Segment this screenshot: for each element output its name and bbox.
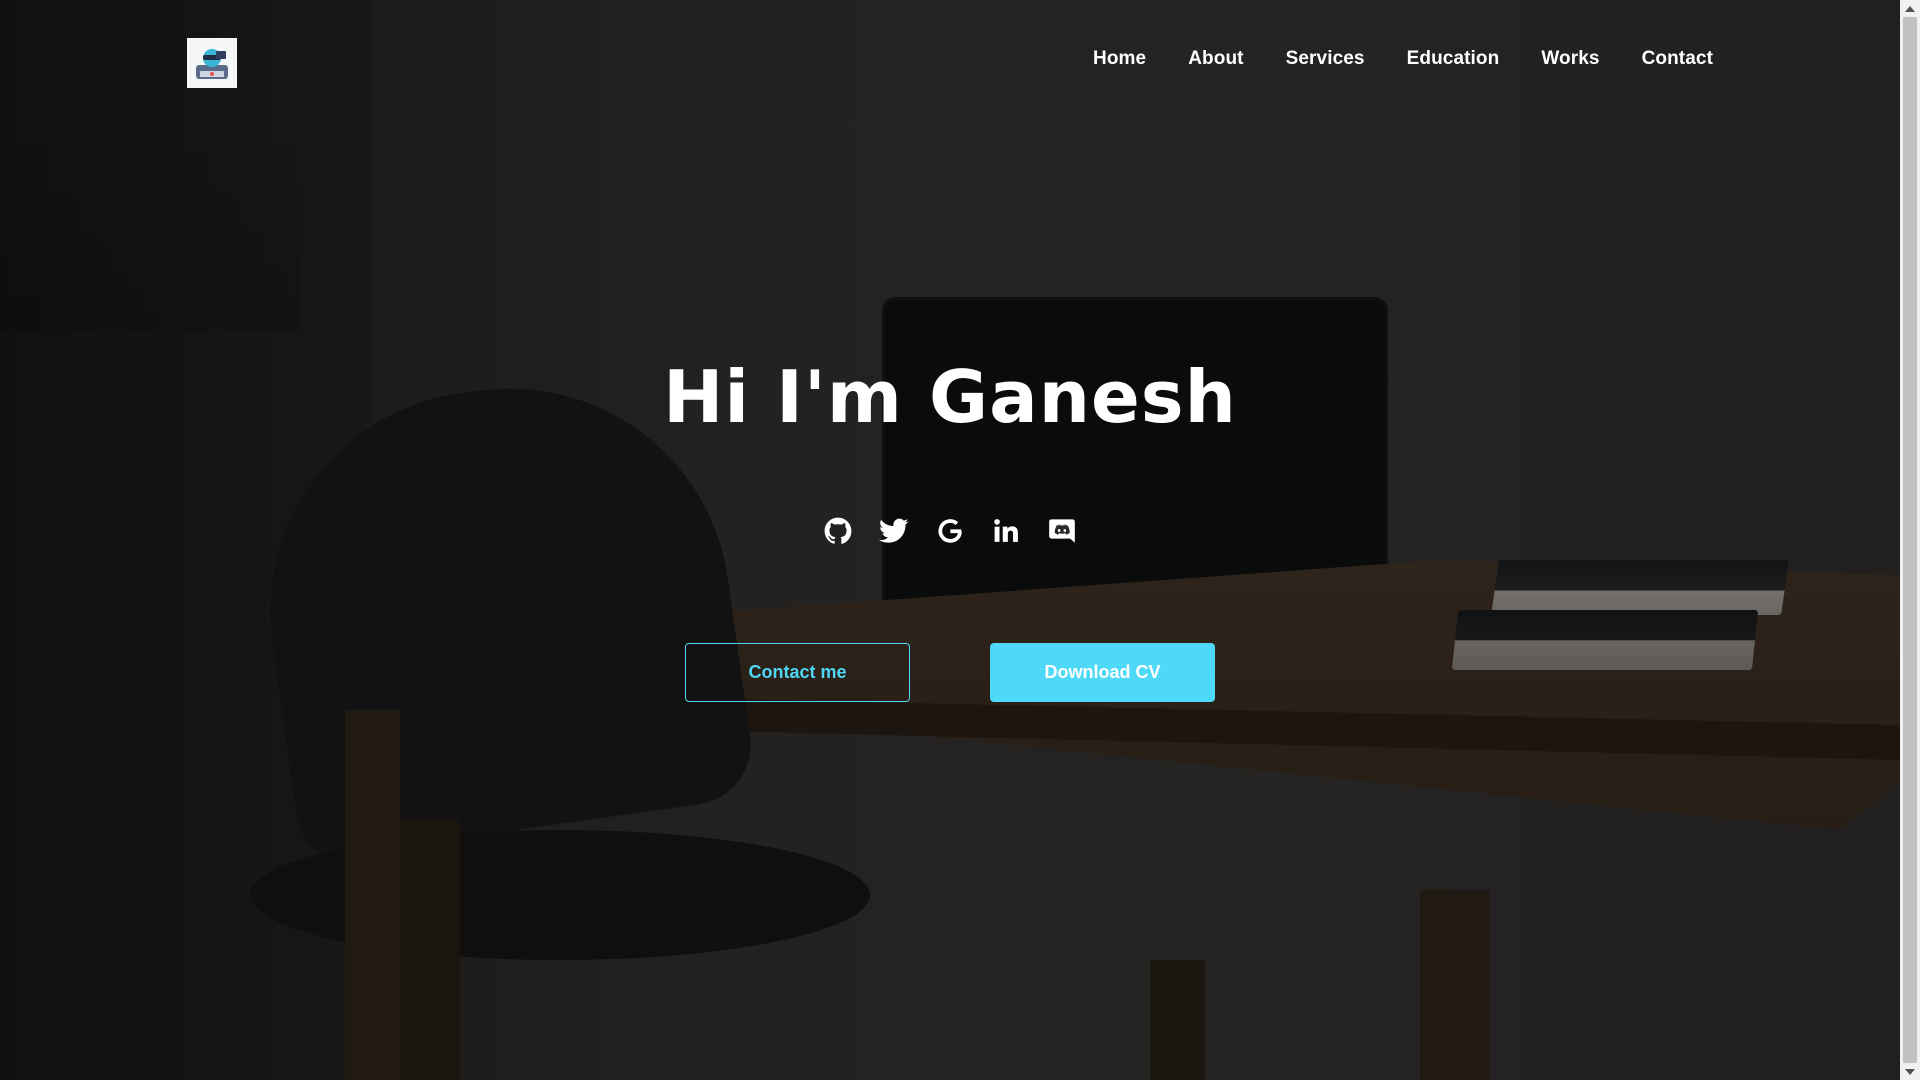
nav-link-home[interactable]: Home	[1093, 48, 1146, 70]
scroll-up-arrow-icon[interactable]	[1900, 0, 1920, 17]
scrollbar-thumb[interactable]	[1903, 17, 1917, 1063]
nav-link-education[interactable]: Education	[1407, 48, 1500, 70]
contact-me-button[interactable]: Contact me	[685, 643, 910, 702]
nav-link-about[interactable]: About	[1188, 48, 1243, 70]
scroll-down-arrow-icon[interactable]	[1900, 1063, 1920, 1080]
hero-title: Hi I'm Ganesh	[663, 355, 1237, 439]
nav-link-contact[interactable]: Contact	[1642, 48, 1713, 70]
linkedin-icon[interactable]	[991, 516, 1021, 546]
page: Home About Services Education Works Cont…	[0, 0, 1920, 1080]
nav-link-services[interactable]: Services	[1286, 48, 1365, 70]
nav-link-works[interactable]: Works	[1541, 48, 1599, 70]
nav-links: Home About Services Education Works Cont…	[1051, 48, 1713, 70]
github-icon[interactable]	[823, 516, 853, 546]
discord-icon[interactable]	[1047, 516, 1077, 546]
navbar: Home About Services Education Works Cont…	[0, 0, 1900, 126]
social-links	[0, 516, 1900, 546]
scrollbar[interactable]	[1900, 0, 1920, 1080]
download-cv-button[interactable]: Download CV	[990, 643, 1215, 702]
logo-avatar-icon	[196, 49, 228, 79]
site-logo[interactable]	[187, 38, 237, 88]
google-icon[interactable]	[935, 516, 965, 546]
hero-buttons: Contact me Download CV	[685, 643, 1215, 702]
twitter-icon[interactable]	[879, 516, 909, 546]
